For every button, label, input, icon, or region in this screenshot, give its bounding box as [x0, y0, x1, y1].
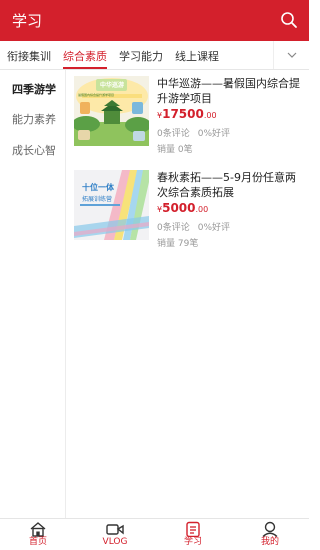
product-title[interactable]: 中华巡游——暑假国内综合提升游学项目 — [157, 76, 305, 106]
app-header: 学习 — [0, 0, 309, 41]
tab-online-courses[interactable]: 线上课程 — [175, 48, 219, 64]
product-card[interactable]: 中华巡游 暑假国内综合提升游学项目 中华巡游——暑假国内综合提升游学项目 ¥17… — [66, 76, 309, 174]
thumbnail-subcaption: 拓展训练营 — [82, 196, 113, 203]
product-title[interactable]: 春秋素拓——5-9月份任意两次综合素质拓展 — [157, 170, 305, 200]
product-thumbnail: 中华巡游 暑假国内综合提升游学项目 — [74, 76, 149, 146]
comment-count: 0条评论 — [157, 223, 190, 233]
category-tabs: 衔接集训 综合素质 学习能力 线上课程 — [0, 41, 309, 70]
thumbnail-subcaption: 暑假国内综合提升游学项目 — [78, 93, 115, 97]
sidebar-item-seasonal-study-tour[interactable]: 四季游学 — [12, 81, 56, 97]
tabbar-label: 学习 — [183, 537, 202, 547]
video-icon — [106, 524, 124, 535]
positive-rating: 0%好评 — [197, 129, 231, 139]
product-price: ¥5000.00 — [157, 201, 208, 215]
home-icon — [30, 522, 46, 537]
user-icon — [262, 521, 278, 537]
more-tabs-button[interactable] — [273, 41, 309, 69]
tabbar-label: 首页 — [28, 537, 47, 547]
tabbar-label: 我的 — [260, 537, 279, 547]
tabbar-item-vlog[interactable]: VLOG — [85, 521, 145, 547]
thumbnail-caption: 中华巡游 — [100, 82, 125, 89]
sidebar-item-ability-literacy[interactable]: 能力素养 — [12, 111, 56, 127]
tab-learning-ability[interactable]: 学习能力 — [119, 48, 163, 64]
positive-rating: 0%好评 — [197, 223, 231, 233]
tabbar-item-home[interactable]: 首页 — [8, 521, 68, 547]
tabbar-item-study[interactable]: 学习 — [163, 521, 223, 547]
price-decimal: .00 — [195, 205, 209, 214]
tabbar-label: VLOG — [102, 537, 128, 547]
product-stats: 0条评论 0%好评 — [157, 126, 238, 139]
product-thumbnail: 十位一体 拓展训练营 — [74, 170, 149, 240]
product-stats: 0条评论 0%好评 — [157, 220, 238, 233]
price-decimal: .00 — [203, 111, 217, 120]
product-price: ¥17500.00 — [157, 107, 217, 121]
sidebar: 四季游学 能力素养 成长心智 — [0, 70, 66, 518]
sidebar-item-growth-mind[interactable]: 成长心智 — [12, 142, 56, 158]
bottom-tab-bar: 首页 VLOG 学习 我的 — [0, 518, 309, 550]
product-card[interactable]: 十位一体 拓展训练营 春秋素拓——5-9月份任意两次综合素质拓展 ¥5000.0… — [66, 170, 309, 268]
tab-comprehensive-quality[interactable]: 综合素质 — [63, 48, 107, 64]
tab-bridge-training[interactable]: 衔接集训 — [7, 48, 51, 64]
search-icon[interactable] — [280, 11, 298, 29]
tabbar-item-mine[interactable]: 我的 — [240, 521, 300, 547]
active-tab-underline — [63, 67, 107, 69]
comment-count: 0条评论 — [157, 129, 190, 139]
study-icon — [186, 521, 200, 537]
chevron-down-icon — [287, 52, 296, 58]
price-integer: 17500 — [162, 107, 204, 121]
price-integer: 5000 — [162, 201, 196, 215]
sales-count: 销量 79笔 — [157, 239, 199, 249]
thumbnail-caption: 十位一体 — [82, 183, 114, 192]
page-title: 学习 — [12, 12, 43, 30]
sales-count: 销量 0笔 — [157, 145, 193, 155]
